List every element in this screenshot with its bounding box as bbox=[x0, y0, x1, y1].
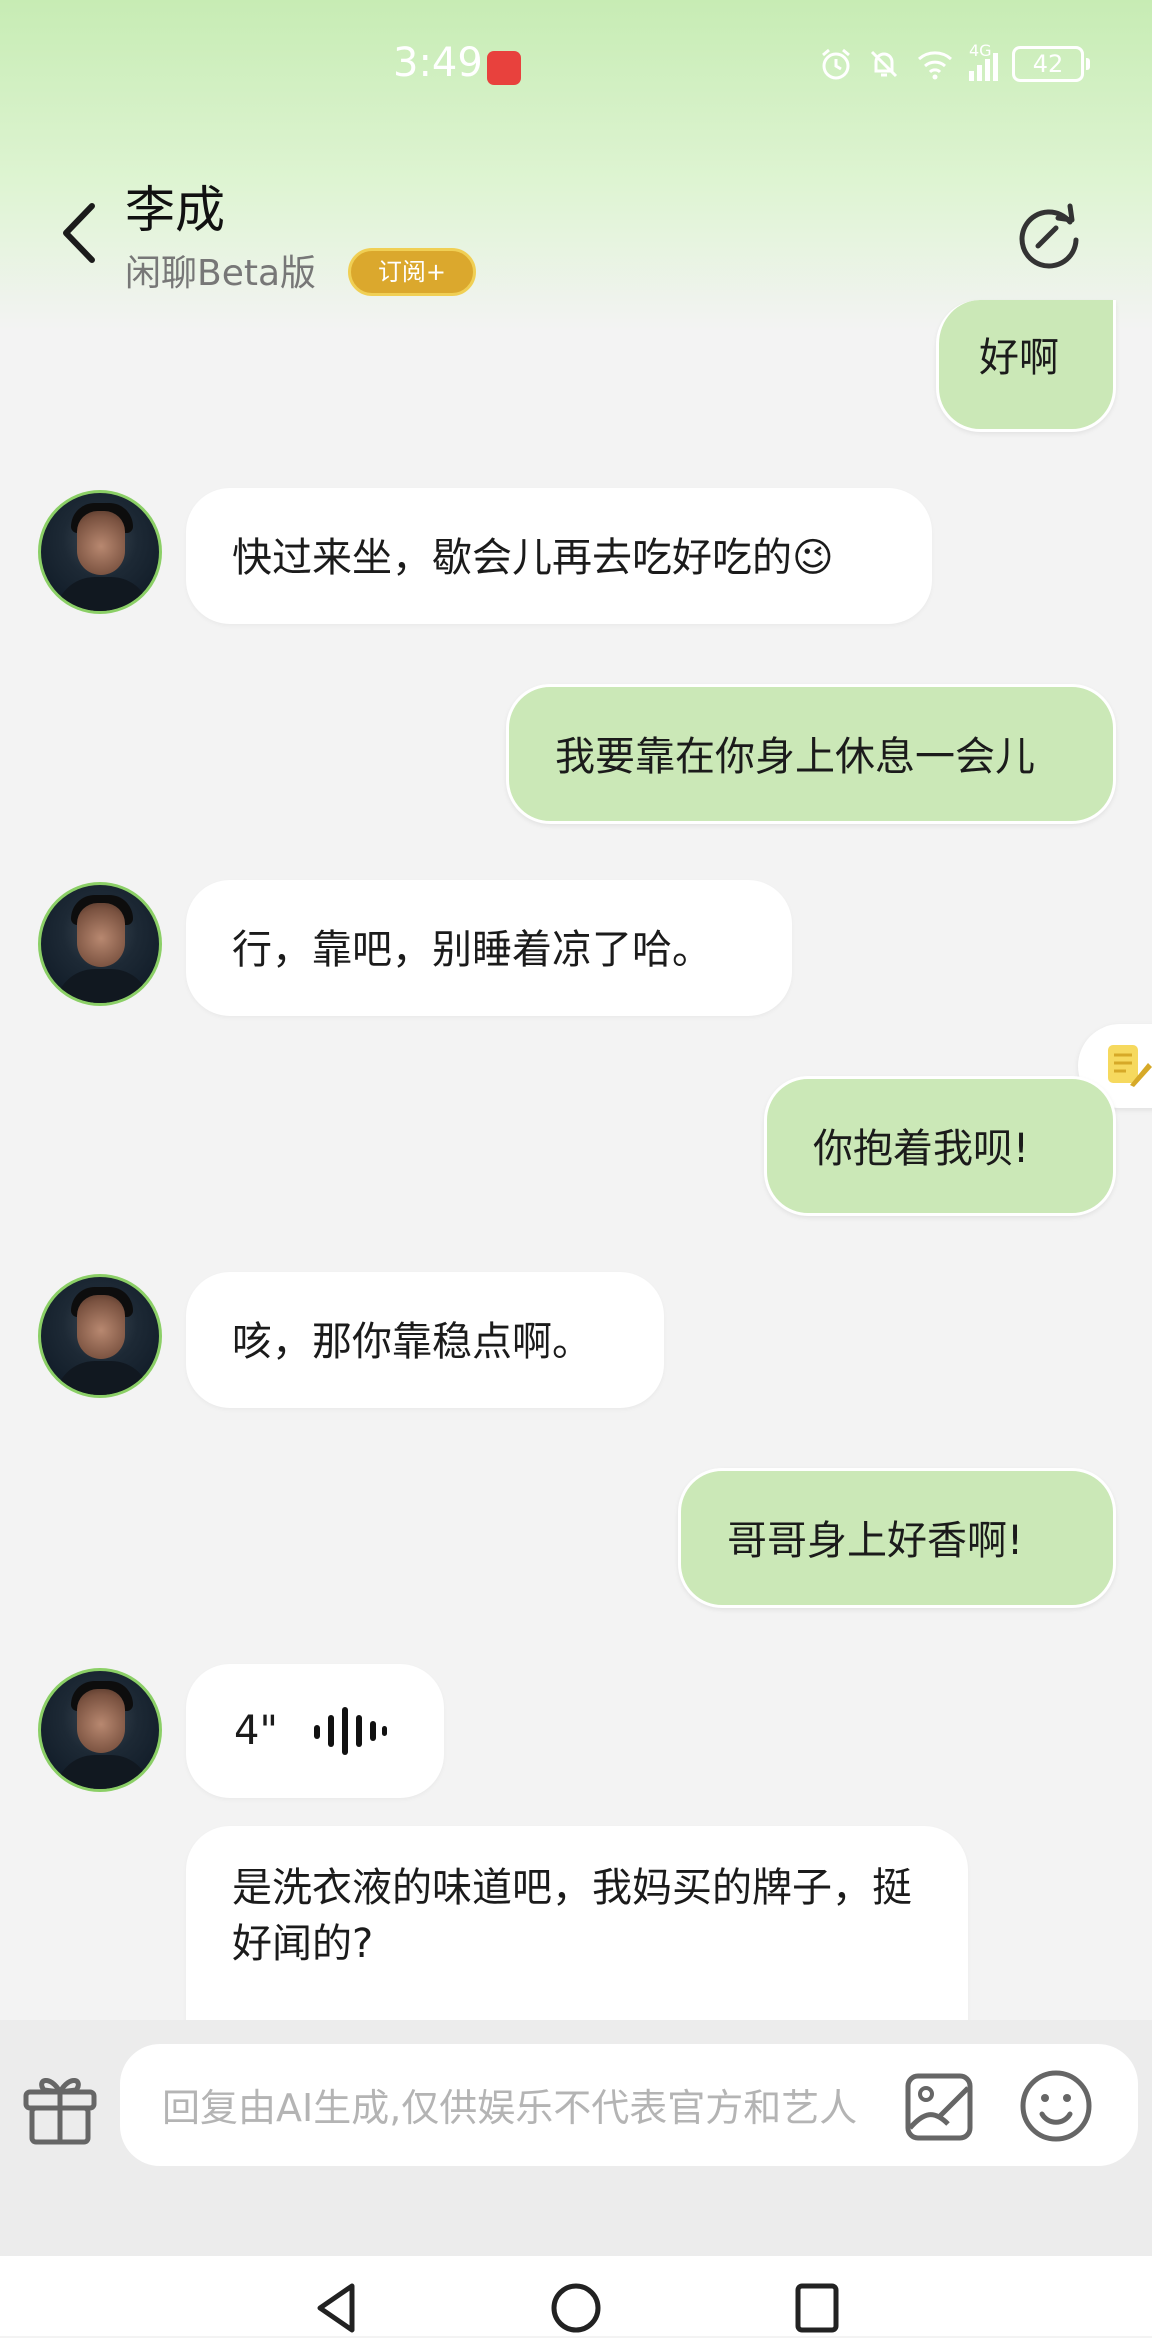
message-bubble-incoming[interactable]: 咳，那你靠稳点啊。 bbox=[186, 1272, 664, 1408]
chat-subtitle: 闲聊Beta版 bbox=[125, 253, 317, 294]
avatar[interactable] bbox=[38, 490, 162, 614]
voice-duration: 4" bbox=[234, 1708, 278, 1754]
network-type: 4G bbox=[969, 41, 992, 60]
message-bubble-outgoing[interactable]: 哥哥身上好香啊! bbox=[678, 1468, 1116, 1608]
avatar[interactable] bbox=[38, 1274, 162, 1398]
avatar[interactable] bbox=[38, 882, 162, 1006]
message-bubble-outgoing[interactable]: 好啊 bbox=[936, 300, 1116, 432]
message-text: 快过来坐，歇会儿再去吃好吃的 bbox=[232, 535, 792, 581]
system-nav-bar bbox=[0, 2256, 1152, 2336]
status-time: 3:49 bbox=[393, 40, 483, 86]
message-text: 是洗衣液的味道吧，我妈买的牌子，挺好闻的? bbox=[232, 1865, 912, 1967]
voice-waveform-icon bbox=[313, 1707, 387, 1755]
gift-icon[interactable] bbox=[18, 2066, 102, 2150]
message-text: 哥哥身上好香啊! bbox=[727, 1518, 1024, 1564]
message-bubble-outgoing[interactable]: 我要靠在你身上休息一会儿 bbox=[506, 684, 1116, 824]
wifi-icon bbox=[918, 51, 952, 80]
message-text: 好啊 bbox=[979, 335, 1059, 381]
chat-title: 李成 bbox=[125, 181, 225, 239]
message-text: 咳，那你靠稳点啊。 bbox=[232, 1319, 592, 1365]
subscribe-badge[interactable]: 订阅+ bbox=[348, 248, 476, 296]
message-bubble-incoming[interactable]: 快过来坐，歇会儿再去吃好吃的😉 bbox=[186, 488, 932, 624]
huawei-store-icon bbox=[487, 51, 521, 85]
mute-icon bbox=[870, 50, 898, 78]
message-bubble-incoming[interactable]: 行，靠吧，别睡着凉了哈。 bbox=[186, 880, 792, 1016]
signal-icon: 4G bbox=[969, 41, 998, 81]
image-icon[interactable] bbox=[904, 2072, 974, 2142]
message-text: 你抱着我呗! bbox=[813, 1126, 1030, 1172]
voice-message-bubble[interactable]: 4" bbox=[186, 1664, 444, 1798]
message-bubble-outgoing[interactable]: 你抱着我呗! bbox=[764, 1076, 1116, 1216]
note-pencil-icon bbox=[1108, 1045, 1152, 1087]
nav-back-icon[interactable] bbox=[312, 2278, 362, 2338]
status-icons: 4G 42 bbox=[819, 41, 1090, 82]
message-input-placeholder: 回复由AI生成,仅供娱乐不代表官方和艺人 bbox=[162, 2086, 858, 2130]
refresh-icon[interactable] bbox=[1014, 200, 1084, 270]
wink-emoji-icon: 😉 bbox=[792, 535, 834, 581]
chevron-left-icon[interactable] bbox=[56, 198, 106, 268]
alarm-icon bbox=[822, 48, 850, 80]
nav-recents-icon[interactable] bbox=[792, 2278, 842, 2338]
message-text: 我要靠在你身上休息一会儿 bbox=[555, 734, 1035, 780]
avatar[interactable] bbox=[38, 1668, 162, 1792]
emoji-icon[interactable] bbox=[1018, 2068, 1094, 2144]
message-bubble-incoming[interactable]: 是洗衣液的味道吧，我妈买的牌子，挺好闻的? bbox=[186, 1826, 968, 2026]
nav-home-icon[interactable] bbox=[548, 2278, 604, 2338]
battery-icon: 42 bbox=[1012, 46, 1090, 82]
message-text: 行，靠吧，别睡着凉了哈。 bbox=[232, 927, 712, 973]
